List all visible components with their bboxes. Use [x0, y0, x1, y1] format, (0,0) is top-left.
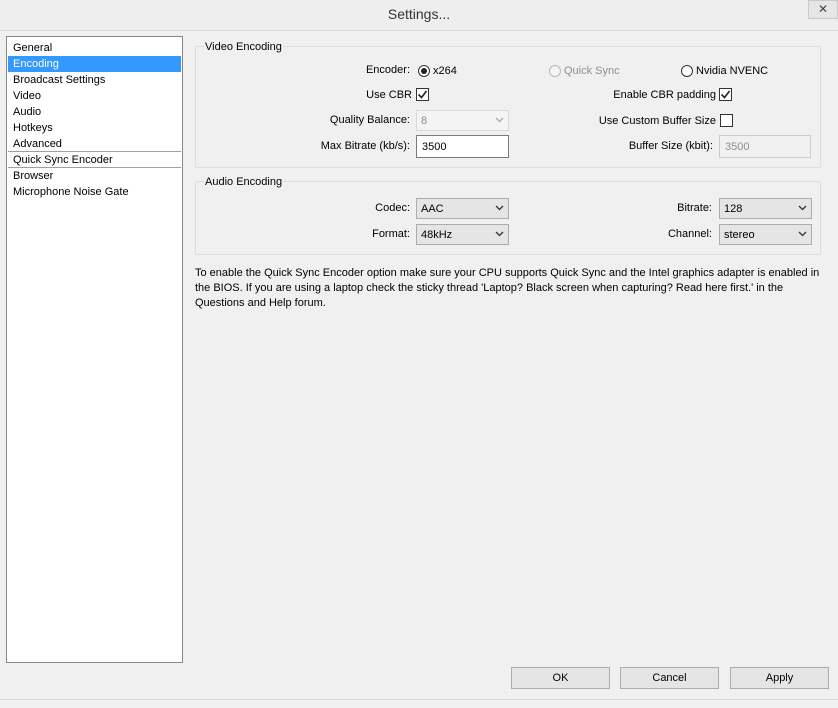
max-bitrate-input[interactable]: 3500	[416, 135, 509, 158]
sidebar-item-microphone-noise-gate[interactable]: Microphone Noise Gate	[8, 184, 181, 200]
bitrate-value: 128	[724, 203, 743, 215]
channel-label: Channel:	[667, 228, 712, 240]
sidebar-item-hotkeys[interactable]: Hotkeys	[8, 120, 181, 136]
sidebar-item-encoding[interactable]: Encoding	[8, 56, 181, 72]
encoder-quick-sync-radio	[549, 65, 561, 77]
chevron-down-icon	[798, 231, 807, 237]
buffer-size-label: Buffer Size (kbit):	[628, 140, 713, 152]
window-title: Settings...	[387, 6, 451, 22]
buffer-size-value: 3500	[725, 141, 750, 153]
checkmark-icon	[720, 90, 731, 99]
audio-encoding-title: Audio Encoding	[204, 176, 284, 188]
sidebar-item-broadcast-settings[interactable]: Broadcast Settings	[8, 72, 181, 88]
bitrate-select[interactable]: 128	[719, 198, 812, 219]
sidebar-item-audio[interactable]: Audio	[8, 104, 181, 120]
quality-balance-select: 8	[416, 110, 509, 131]
max-bitrate-label: Max Bitrate (kb/s):	[320, 140, 410, 152]
title-bar: Settings... ✕	[0, 0, 838, 31]
format-label: Format:	[372, 228, 410, 240]
sidebar-item-general[interactable]: General	[8, 40, 181, 56]
codec-value: AAC	[421, 203, 444, 215]
chevron-down-icon	[798, 205, 807, 211]
close-icon[interactable]: ✕	[808, 0, 838, 19]
cbr-padding-label: Enable CBR padding	[613, 89, 716, 101]
cancel-button[interactable]: Cancel	[620, 667, 719, 689]
sidebar-item-advanced[interactable]: Advanced	[8, 136, 181, 152]
channel-select[interactable]: stereo	[719, 224, 812, 245]
custom-buffer-checkbox[interactable]	[720, 114, 733, 127]
codec-label: Codec:	[375, 202, 410, 214]
quality-balance-label: Quality Balance:	[329, 114, 410, 126]
buffer-size-input: 3500	[719, 135, 811, 158]
chevron-down-icon	[495, 205, 504, 211]
checkmark-icon	[417, 90, 428, 99]
settings-category-list[interactable]: General Encoding Broadcast Settings Vide…	[6, 36, 183, 663]
use-cbr-checkbox[interactable]	[416, 88, 429, 101]
encoder-label: Encoder:	[365, 64, 410, 76]
chevron-down-icon	[495, 117, 504, 123]
encoder-quick-sync-label: Quick Sync	[564, 65, 620, 77]
channel-value: stereo	[724, 229, 755, 241]
ok-button[interactable]: OK	[511, 667, 610, 689]
quick-sync-info-text: To enable the Quick Sync Encoder option …	[195, 267, 820, 309]
sidebar-item-video[interactable]: Video	[8, 88, 181, 104]
encoder-nvenc-label[interactable]: Nvidia NVENC	[696, 64, 768, 78]
encoder-x264-radio[interactable]	[418, 65, 430, 77]
codec-select[interactable]: AAC	[416, 198, 509, 219]
custom-buffer-label: Use Custom Buffer Size	[598, 115, 716, 127]
format-value: 48kHz	[421, 229, 453, 241]
cbr-padding-checkbox[interactable]	[719, 88, 732, 101]
sidebar-item-quick-sync-encoder[interactable]: Quick Sync Encoder	[8, 152, 181, 168]
bitrate-label: Bitrate:	[677, 202, 712, 214]
video-encoding-title: Video Encoding	[204, 41, 283, 53]
max-bitrate-value: 3500	[422, 141, 447, 153]
encoder-nvenc-radio[interactable]	[681, 65, 693, 77]
sidebar-item-browser[interactable]: Browser	[8, 168, 181, 184]
window-bottom-border	[0, 699, 838, 700]
format-select[interactable]: 48kHz	[416, 224, 509, 245]
quality-balance-value: 8	[421, 115, 428, 127]
chevron-down-icon	[495, 231, 504, 237]
use-cbr-label: Use CBR	[366, 89, 412, 101]
apply-button[interactable]: Apply	[730, 667, 829, 689]
encoder-x264-label[interactable]: x264	[433, 64, 457, 78]
